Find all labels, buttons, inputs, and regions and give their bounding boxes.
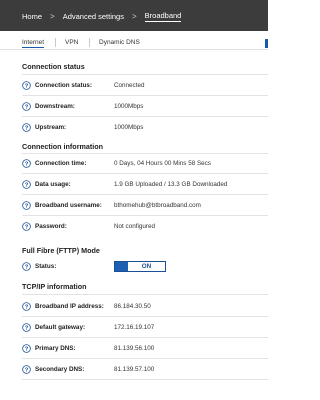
row-label: Password: <box>35 223 67 230</box>
svg-text:?: ? <box>25 265 29 271</box>
divider <box>22 215 268 216</box>
divider <box>22 153 268 154</box>
row-value: 1000Mbps <box>114 124 144 131</box>
toggle-knob <box>115 262 128 271</box>
row-value: Not configured <box>114 223 155 230</box>
row-broadband-ip: ? Broadband IP address: 86.184.30.50 <box>22 300 268 314</box>
row-value: 172.16.19.107 <box>114 324 155 331</box>
question-circle-icon[interactable]: ? <box>22 323 31 332</box>
question-circle-icon[interactable]: ? <box>22 222 31 231</box>
row-label: Broadband username: <box>35 202 102 209</box>
divider <box>22 316 268 317</box>
row-downstream: ? Downstream: 1000Mbps <box>22 100 268 114</box>
question-circle-icon[interactable]: ? <box>22 201 31 210</box>
row-fttp-status: ? Status: ON <box>22 260 268 274</box>
question-circle-icon[interactable]: ? <box>22 159 31 168</box>
fttp-mode-toggle[interactable]: ON <box>114 261 166 272</box>
tab-dynamic-dns[interactable]: Dynamic DNS <box>99 39 140 46</box>
row-broadband-username: ? Broadband username: bthomehub@btbroadb… <box>22 199 268 213</box>
row-value: bthomehub@btbroadband.com <box>114 202 201 209</box>
row-label: Default gateway: <box>35 324 86 331</box>
row-value: 0 Days, 04 Hours 00 Mins 58 Secs <box>114 160 211 167</box>
divider <box>22 95 268 96</box>
row-label: Upstream: <box>35 124 67 131</box>
divider <box>22 116 268 117</box>
breadcrumb-separator: > <box>131 12 137 21</box>
breadcrumb-separator: > <box>50 12 55 21</box>
question-circle-icon[interactable]: ? <box>22 302 31 311</box>
divider <box>22 358 268 359</box>
svg-text:?: ? <box>25 305 29 311</box>
row-default-gateway: ? Default gateway: 172.16.19.107 <box>22 321 268 335</box>
row-label: Connection status: <box>35 82 93 89</box>
row-upstream: ? Upstream: 1000Mbps <box>22 121 268 135</box>
row-label: Data usage: <box>35 181 71 188</box>
section-title-fttp-mode: Full Fibre (FTTP) Mode <box>22 246 100 255</box>
row-value: 81.139.57.100 <box>114 366 155 373</box>
svg-text:?: ? <box>25 183 29 189</box>
svg-text:?: ? <box>25 326 29 332</box>
row-label: Broadband IP address: <box>35 303 104 310</box>
row-password: ? Password: Not configured <box>22 220 268 234</box>
top-nav-bar: Home > Advanced settings > Broadband <box>0 0 268 31</box>
svg-text:?: ? <box>25 126 29 132</box>
question-circle-icon[interactable]: ? <box>22 81 31 90</box>
svg-text:?: ? <box>25 162 29 168</box>
question-circle-icon[interactable]: ? <box>22 123 31 132</box>
question-circle-icon[interactable]: ? <box>22 262 31 271</box>
divider <box>22 173 268 174</box>
row-connection-time: ? Connection time: 0 Days, 04 Hours 00 M… <box>22 157 268 171</box>
scroll-indicator <box>265 39 268 48</box>
svg-text:?: ? <box>25 84 29 90</box>
row-value: 1.9 GB Uploaded / 13.3 GB Downloaded <box>114 181 228 188</box>
breadcrumb-broadband[interactable]: Broadband <box>144 11 182 22</box>
row-data-usage: ? Data usage: 1.9 GB Uploaded / 13.3 GB … <box>22 178 268 192</box>
row-label: Secondary DNS: <box>35 366 85 373</box>
row-connection-status: ? Connection status: Connected <box>22 79 268 93</box>
section-title-tcpip-information: TCP/IP information <box>22 282 87 291</box>
divider <box>22 194 268 195</box>
divider <box>22 74 268 75</box>
divider <box>22 379 268 380</box>
row-secondary-dns: ? Secondary DNS: 81.139.57.100 <box>22 363 268 377</box>
row-value: 1000Mbps <box>114 103 144 110</box>
toggle-state-label: ON <box>128 262 165 271</box>
question-circle-icon[interactable]: ? <box>22 102 31 111</box>
row-label: Status: <box>35 263 57 270</box>
tab-vpn[interactable]: VPN <box>65 39 78 46</box>
section-title-connection-status: Connection status <box>22 62 85 71</box>
divider <box>22 337 268 338</box>
row-value: 81.139.56.100 <box>114 345 155 352</box>
breadcrumb: Home > Advanced settings > Broadband <box>22 11 182 22</box>
divider <box>22 294 268 295</box>
row-label: Connection time: <box>35 160 87 167</box>
svg-text:?: ? <box>25 105 29 111</box>
tab-divider <box>55 38 56 47</box>
tab-bar: Internet VPN Dynamic DNS <box>0 31 268 50</box>
breadcrumb-advanced-settings[interactable]: Advanced settings <box>63 12 124 21</box>
row-label: Primary DNS: <box>35 345 76 352</box>
row-value: 86.184.30.50 <box>114 303 151 310</box>
section-title-connection-information: Connection information <box>22 142 104 151</box>
breadcrumb-home[interactable]: Home <box>22 12 42 21</box>
row-primary-dns: ? Primary DNS: 81.139.56.100 <box>22 342 268 356</box>
tab-divider <box>89 38 90 47</box>
svg-text:?: ? <box>25 347 29 353</box>
svg-text:?: ? <box>25 225 29 231</box>
svg-text:?: ? <box>25 204 29 210</box>
question-circle-icon[interactable]: ? <box>22 365 31 374</box>
question-circle-icon[interactable]: ? <box>22 180 31 189</box>
svg-text:?: ? <box>25 368 29 374</box>
row-value: Connected <box>114 82 145 89</box>
tab-internet[interactable]: Internet <box>22 39 45 48</box>
question-circle-icon[interactable]: ? <box>22 344 31 353</box>
row-label: Downstream: <box>35 103 75 110</box>
